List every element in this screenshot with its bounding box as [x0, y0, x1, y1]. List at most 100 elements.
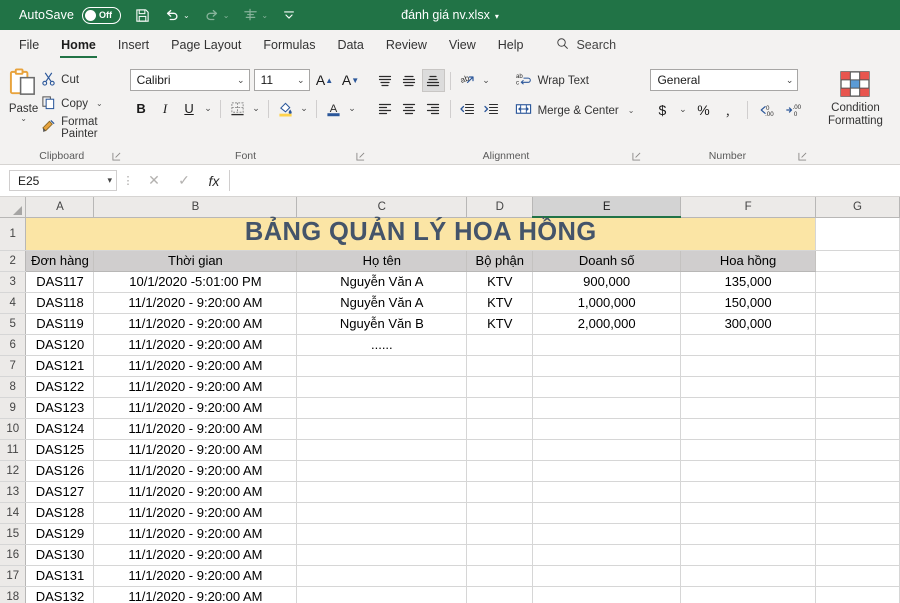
row-header-7[interactable]: 7 [0, 355, 27, 377]
fill-color-dropdown-caret[interactable]: ⌄ [298, 97, 311, 120]
conditional-formatting-button[interactable]: Condition Formatting [816, 64, 894, 128]
font-size-combo[interactable]: 11 ⌄ [253, 69, 310, 91]
font-color-icon[interactable]: A [322, 97, 345, 120]
increase-decimal-icon[interactable]: 0.00 [754, 98, 778, 121]
column-header-a[interactable]: A [25, 197, 95, 218]
cell-G7[interactable] [815, 355, 900, 377]
tab-formulas[interactable]: Formulas [252, 30, 326, 60]
cell-A6[interactable]: DAS120 [25, 334, 95, 356]
borders-icon[interactable] [226, 97, 249, 120]
cell-G15[interactable] [815, 523, 900, 545]
row-header-16[interactable]: 16 [0, 544, 27, 566]
cell-F13[interactable] [680, 481, 817, 503]
underline-button[interactable]: U [178, 97, 201, 120]
cell-B4[interactable]: 11/1/2020 - 9:20:00 AM [93, 292, 298, 314]
cell-C5[interactable]: Nguyễn Văn B [296, 313, 468, 335]
align-middle-icon[interactable] [398, 69, 421, 92]
decrease-decimal-icon[interactable]: .00 0 [780, 98, 804, 121]
cell-E8[interactable] [532, 376, 682, 398]
column-header-b[interactable]: B [93, 197, 298, 218]
cell-G8[interactable] [815, 376, 900, 398]
cell-B15[interactable]: 11/1/2020 - 9:20:00 AM [93, 523, 298, 545]
row-header-11[interactable]: 11 [0, 439, 27, 461]
cell-F9[interactable] [680, 397, 817, 419]
accounting-dropdown-caret[interactable]: ⌄ [676, 98, 689, 121]
cell-F14[interactable] [680, 502, 817, 524]
number-format-combo[interactable]: General ⌄ [650, 69, 799, 91]
cell-E5[interactable]: 2,000,000 [532, 313, 682, 335]
cell-B6[interactable]: 11/1/2020 - 9:20:00 AM [93, 334, 298, 356]
touch-mode-caret[interactable]: ⌄ [261, 11, 268, 20]
tab-page-layout[interactable]: Page Layout [160, 30, 252, 60]
cell-D12[interactable] [466, 460, 534, 482]
copy-button[interactable]: Copy ⌄ [41, 93, 117, 114]
cell-E17[interactable] [532, 565, 682, 587]
cell-B17[interactable]: 11/1/2020 - 9:20:00 AM [93, 565, 298, 587]
undo-dropdown-caret[interactable]: ⌄ [183, 11, 190, 20]
cell-C10[interactable] [296, 418, 468, 440]
cell-B12[interactable]: 11/1/2020 - 9:20:00 AM [93, 460, 298, 482]
number-format-caret[interactable]: ⌄ [780, 75, 794, 86]
cell-E4[interactable]: 1,000,000 [532, 292, 682, 314]
cell-F15[interactable] [680, 523, 817, 545]
cut-button[interactable]: Cut [41, 69, 117, 90]
cell-F10[interactable] [680, 418, 817, 440]
cell-A18[interactable]: DAS132 [25, 586, 95, 603]
paste-button[interactable]: Paste ⌄ [6, 64, 41, 123]
cell-F8[interactable] [680, 376, 817, 398]
insert-function-icon[interactable]: fx [199, 173, 229, 189]
copy-dropdown-caret[interactable]: ⌄ [96, 99, 103, 108]
cell-G13[interactable] [815, 481, 900, 503]
clipboard-dialog-launcher[interactable] [112, 152, 121, 163]
cell-B7[interactable]: 11/1/2020 - 9:20:00 AM [93, 355, 298, 377]
cell-D3[interactable]: KTV [466, 271, 534, 293]
cell-E13[interactable] [532, 481, 682, 503]
cell-G4[interactable] [815, 292, 900, 314]
column-header-c[interactable]: C [296, 197, 468, 218]
cell-B14[interactable]: 11/1/2020 - 9:20:00 AM [93, 502, 298, 524]
cell-F17[interactable] [680, 565, 817, 587]
align-top-icon[interactable] [374, 69, 397, 92]
cell-D13[interactable] [466, 481, 534, 503]
cell-A16[interactable]: DAS130 [25, 544, 95, 566]
cell-D4[interactable]: KTV [466, 292, 534, 314]
decrease-indent-icon[interactable] [456, 97, 479, 120]
cell-F12[interactable] [680, 460, 817, 482]
cell-F4[interactable]: 150,000 [680, 292, 817, 314]
cell-C12[interactable] [296, 460, 468, 482]
cell-D7[interactable] [466, 355, 534, 377]
cell-C8[interactable] [296, 376, 468, 398]
name-box[interactable]: E25 ▾ [9, 170, 117, 191]
cell-B11[interactable]: 11/1/2020 - 9:20:00 AM [93, 439, 298, 461]
customize-quick-access-icon[interactable] [282, 8, 296, 22]
cell-C9[interactable] [296, 397, 468, 419]
cell-A10[interactable]: DAS124 [25, 418, 95, 440]
search-box[interactable]: Search [534, 30, 616, 60]
comma-style-button[interactable]: , [717, 98, 741, 121]
cell-E15[interactable] [532, 523, 682, 545]
paste-dropdown-caret[interactable]: ⌄ [20, 115, 27, 123]
cell-D10[interactable] [466, 418, 534, 440]
cell-A7[interactable]: DAS121 [25, 355, 95, 377]
tab-view[interactable]: View [438, 30, 487, 60]
merged-title-cell[interactable]: BẢNG QUẢN LÝ HOA HỒNG [25, 217, 817, 251]
align-right-icon[interactable] [422, 97, 445, 120]
cell-C7[interactable] [296, 355, 468, 377]
accounting-format-button[interactable]: $ [650, 98, 674, 121]
row-header-15[interactable]: 15 [0, 523, 27, 545]
row-header-13[interactable]: 13 [0, 481, 27, 503]
row-header-10[interactable]: 10 [0, 418, 27, 440]
tab-data[interactable]: Data [326, 30, 374, 60]
row-header-14[interactable]: 14 [0, 502, 27, 524]
row-header-4[interactable]: 4 [0, 292, 27, 314]
cell-A4[interactable]: DAS118 [25, 292, 95, 314]
cell-D16[interactable] [466, 544, 534, 566]
font-name-caret[interactable]: ⌄ [231, 75, 245, 86]
cell-E11[interactable] [532, 439, 682, 461]
font-dialog-launcher[interactable] [356, 152, 365, 163]
font-color-dropdown-caret[interactable]: ⌄ [346, 97, 359, 120]
align-left-icon[interactable] [374, 97, 397, 120]
cell-G16[interactable] [815, 544, 900, 566]
cell-C17[interactable] [296, 565, 468, 587]
autosave-toggle[interactable]: Off [82, 6, 122, 24]
